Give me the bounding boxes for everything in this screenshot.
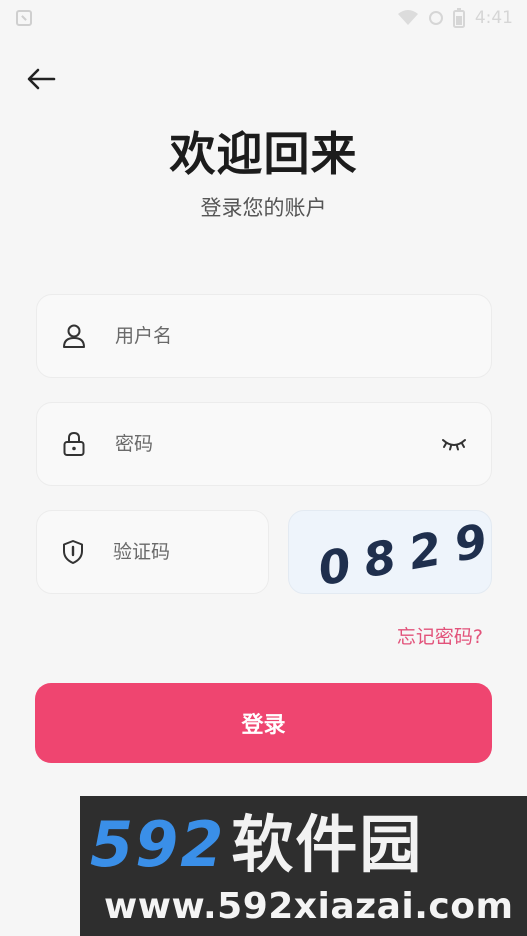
forgot-password-link[interactable]: 忘记密码? — [397, 622, 483, 649]
password-field[interactable] — [36, 402, 492, 486]
page-subtitle: 登录您的账户 — [200, 196, 327, 220]
captcha-field[interactable] — [36, 510, 356, 594]
mute-icon — [428, 11, 443, 25]
watermark-banner: 592软件园 www.592xiazai.com — [80, 796, 527, 936]
captcha-text: 0829 — [314, 511, 492, 594]
watermark-brand-name: 软件园 — [231, 808, 424, 881]
user-icon — [61, 323, 87, 349]
status-indicators: 4:41 — [397, 8, 513, 28]
status-time: 4:41 — [474, 8, 513, 28]
login-button[interactable]: 登录 — [35, 683, 492, 763]
lock-icon — [61, 431, 87, 457]
watermark-brand: 592软件园 — [90, 810, 423, 880]
back-arrow-icon — [27, 68, 56, 90]
watermark-brand-number: 592 — [90, 808, 226, 881]
captcha-image[interactable]: 0829 — [288, 510, 492, 594]
back-button[interactable] — [22, 62, 60, 96]
eye-closed-icon[interactable] — [439, 431, 469, 457]
wifi-icon — [397, 10, 418, 25]
password-input[interactable] — [115, 403, 439, 485]
username-field[interactable] — [36, 294, 492, 378]
page-title: 欢迎回来 — [169, 127, 358, 181]
shield-icon — [61, 539, 85, 565]
username-input[interactable] — [115, 295, 491, 377]
watermark-url: www.592xiazai.com — [104, 886, 514, 927]
notification-icon — [16, 10, 32, 26]
battery-icon — [452, 8, 465, 28]
status-bar: 4:41 — [0, 0, 527, 36]
